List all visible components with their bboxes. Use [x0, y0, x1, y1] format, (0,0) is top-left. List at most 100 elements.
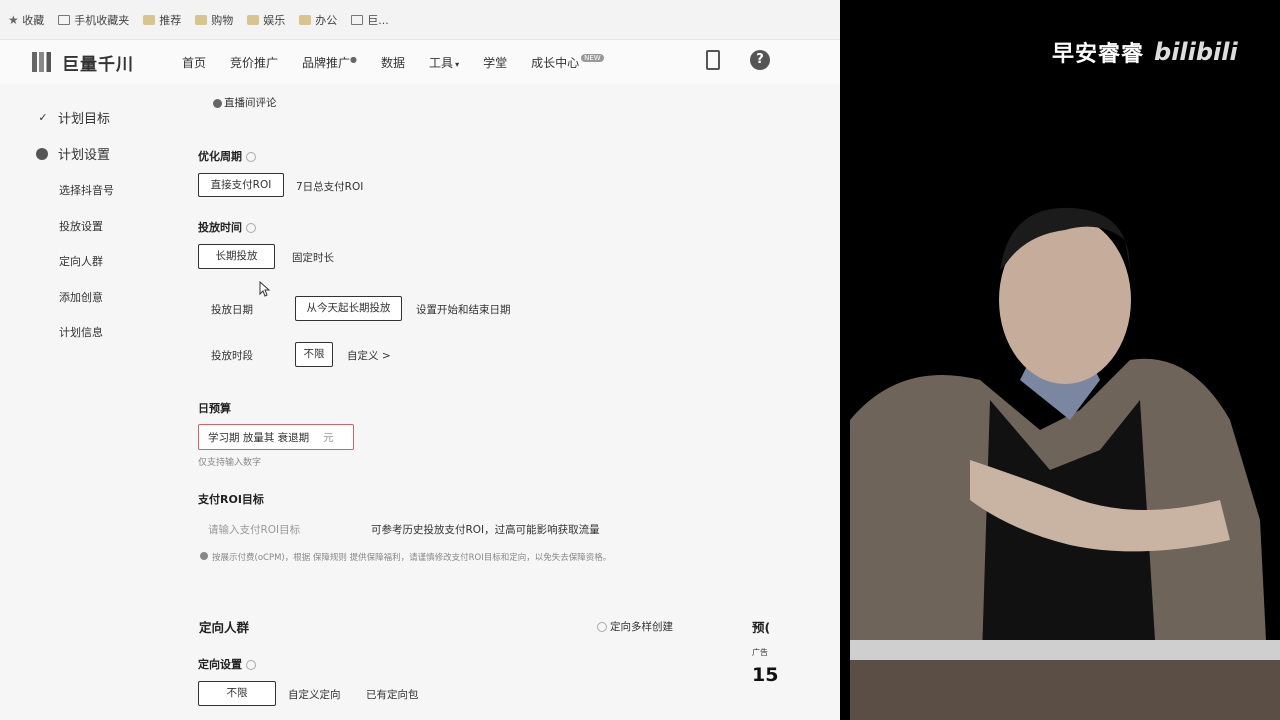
- bookmark-office[interactable]: 办公: [299, 12, 337, 28]
- date-label: 投放日期: [211, 304, 253, 316]
- opt-unlimited-slot[interactable]: 不限: [295, 342, 333, 367]
- label-text: 优化周期: [198, 150, 242, 163]
- budget-hint: 仅支持输入数字: [198, 458, 262, 468]
- targeting-multi-link[interactable]: 定向多样创建: [597, 619, 673, 634]
- sidebar-item-add-creative[interactable]: 添加创意: [59, 289, 103, 305]
- nav-label: 首页: [182, 55, 207, 70]
- roi-label: 支付ROI目标: [198, 493, 264, 506]
- budget-label: 日预算: [198, 402, 231, 415]
- bookmark-recommend[interactable]: 推荐: [143, 12, 181, 28]
- link-label: 定向多样创建: [610, 621, 673, 633]
- info-icon: [597, 622, 607, 632]
- star-icon: ★: [8, 12, 19, 27]
- logo-text: 巨量千川: [62, 54, 134, 75]
- option-label: 直播间评论: [224, 97, 277, 109]
- bookmark-mobile[interactable]: 手机收藏夹: [58, 12, 129, 28]
- roi-footer-text: 按展示付费(oCPM)，根据 保障规则 提供保障福利，请谨慎修改支付ROI目标和…: [212, 553, 612, 563]
- preview-sub: 广告: [752, 648, 768, 657]
- nav-home[interactable]: 首页: [182, 54, 206, 71]
- watermark-text: 早安睿睿: [1052, 42, 1145, 67]
- new-badge: NEW: [581, 53, 604, 62]
- bookmark-favorites[interactable]: ★ 收藏: [8, 12, 44, 28]
- form-content: 直播间评论 优化周期 直接支付ROI 7日总支付ROI 投放时间 长期投放 固定…: [175, 84, 835, 720]
- calculator-icon[interactable]: [706, 50, 720, 70]
- bookmark-label: 巨...: [367, 13, 389, 27]
- top-navigation: 巨量千川 首页 竞价推广 品牌推广● 数据 工具 ▾ 学堂 成长中心 NEW ?: [0, 40, 840, 84]
- help-icon[interactable]: ?: [750, 50, 770, 70]
- opt-targeting-package[interactable]: 已有定向包: [366, 687, 419, 702]
- budget-unit: 元: [323, 431, 334, 444]
- info-icon: [246, 660, 256, 670]
- targeting-setting-label: 定向设置: [198, 656, 256, 672]
- folder-icon: [247, 14, 260, 25]
- opt-long-term[interactable]: 长期投放: [198, 244, 275, 269]
- roi-input[interactable]: 请输入支付ROI目标: [208, 522, 300, 537]
- opt-fixed-duration[interactable]: 固定时长: [292, 250, 334, 265]
- dot-icon: ●: [350, 54, 358, 64]
- folder-icon: [299, 14, 312, 25]
- opt-7day-roi[interactable]: 7日总支付ROI: [296, 179, 363, 194]
- sidebar-item-label: 计划目标: [58, 112, 111, 127]
- comment-icon: [213, 98, 222, 108]
- bookmark-shopping[interactable]: 购物: [195, 12, 233, 28]
- nav-bidding[interactable]: 竞价推广: [230, 54, 278, 71]
- shield-icon: [200, 552, 208, 560]
- nav-label: 学堂: [483, 55, 508, 70]
- nav-academy[interactable]: 学堂: [483, 54, 507, 71]
- preview-title: 预(: [752, 620, 771, 635]
- bookmark-entertainment[interactable]: 娱乐: [247, 12, 285, 28]
- opt-set-dates[interactable]: 设置开始和结束日期: [416, 302, 511, 317]
- screen: ★ 收藏 手机收藏夹 推荐 购物 娱乐 办公 巨... 巨量千川 首页 竞价推广…: [0, 0, 1280, 720]
- nav-tools[interactable]: 工具 ▾: [429, 54, 459, 71]
- label-text: 定向设置: [198, 658, 242, 671]
- nav-label: 品牌推广: [302, 55, 351, 70]
- folder-icon: [143, 14, 156, 25]
- opt-direct-roi[interactable]: 直接支付ROI: [198, 173, 284, 197]
- bookmark-juliang[interactable]: 巨...: [351, 12, 389, 28]
- opt-period-label: 优化周期: [198, 148, 256, 164]
- bookmarks-bar: ★ 收藏 手机收藏夹 推荐 购物 娱乐 办公 巨...: [0, 0, 840, 40]
- sidebar-item-label: 计划设置: [58, 148, 111, 163]
- live-comment-option[interactable]: 直播间评论: [213, 95, 277, 110]
- logo[interactable]: 巨量千川: [32, 50, 152, 75]
- logo-icon: [32, 52, 56, 72]
- sidebar: ✓ 计划目标 计划设置 选择抖音号 投放设置 定向人群 添加创意 计划信息: [0, 84, 175, 720]
- sidebar-item-plan-goal[interactable]: ✓ 计划目标: [36, 108, 110, 127]
- sidebar-item-plan-info[interactable]: 计划信息: [59, 324, 103, 340]
- bilibili-logo: bilibili: [1154, 38, 1238, 66]
- app-icon: [351, 14, 364, 25]
- phone-icon: [58, 14, 71, 25]
- label-text: 投放时间: [198, 221, 242, 234]
- bookmark-label: 推荐: [159, 13, 182, 27]
- nav-icons: ?: [706, 50, 770, 70]
- sidebar-item-delivery-settings[interactable]: 投放设置: [59, 218, 103, 234]
- budget-input[interactable]: 学习期 放量其 衰退期 元: [198, 424, 354, 450]
- nav-growth[interactable]: 成长中心 NEW: [531, 53, 604, 71]
- opt-custom-slot[interactable]: 自定义 >: [347, 348, 391, 363]
- opt-from-today[interactable]: 从今天起长期投放: [295, 296, 402, 321]
- sidebar-item-plan-settings[interactable]: 计划设置: [36, 144, 110, 163]
- nav-label: 数据: [381, 55, 406, 70]
- info-icon: [246, 223, 256, 233]
- nav-brand[interactable]: 品牌推广●: [302, 54, 357, 71]
- targeting-title: 定向人群: [199, 620, 250, 635]
- nav-data[interactable]: 数据: [381, 54, 405, 71]
- nav-label: 竞价推广: [230, 55, 279, 70]
- opt-targeting-custom[interactable]: 自定义定向: [288, 687, 341, 702]
- mouse-cursor-icon: [259, 280, 271, 301]
- opt-targeting-unlimited[interactable]: 不限: [198, 681, 276, 706]
- check-icon: ✓: [38, 111, 48, 124]
- delivery-time-label: 投放时间: [198, 219, 256, 235]
- sidebar-item-select-account[interactable]: 选择抖音号: [59, 182, 114, 198]
- nav-label: 成长中心: [531, 55, 580, 70]
- preview-number: 15: [752, 664, 779, 686]
- watermark: 早安睿睿 bilibili: [1052, 36, 1238, 68]
- presenter-video: [850, 207, 1280, 720]
- bookmark-label: 购物: [211, 13, 234, 27]
- webcam-overlay: 早安睿睿 bilibili: [840, 0, 1280, 720]
- sidebar-item-targeting[interactable]: 定向人群: [59, 253, 103, 269]
- folder-icon: [195, 14, 208, 25]
- bookmark-label: 手机收藏夹: [74, 13, 130, 27]
- roi-footer: 按展示付费(oCPM)，根据 保障规则 提供保障福利，请谨慎修改支付ROI目标和…: [200, 551, 611, 563]
- slot-label: 投放时段: [211, 350, 253, 362]
